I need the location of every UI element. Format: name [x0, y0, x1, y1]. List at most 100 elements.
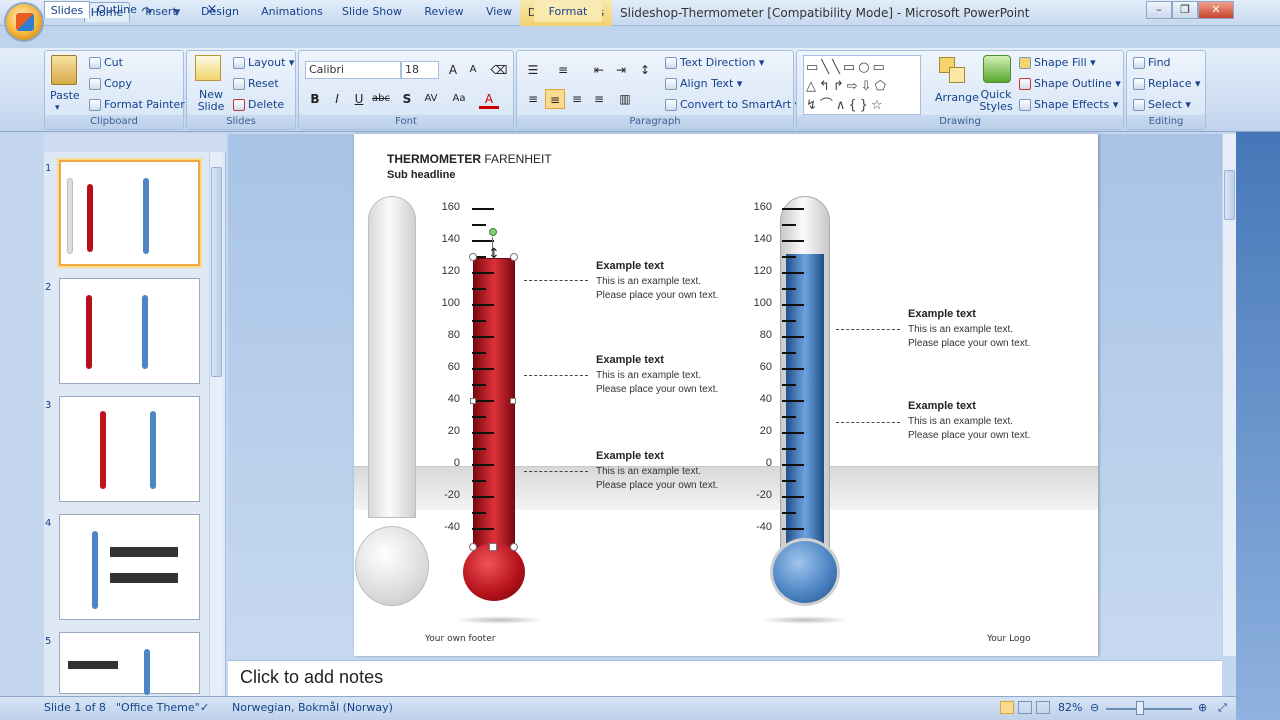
increase-indent-icon[interactable]: ⇥ [611, 60, 631, 80]
italic-button[interactable]: I [327, 89, 347, 109]
align-left-icon[interactable]: ≡ [523, 89, 543, 109]
minimize-button[interactable]: – [1146, 1, 1172, 19]
spell-check-icon[interactable]: ✓ [200, 701, 209, 714]
reset-button[interactable]: Reset [233, 77, 279, 90]
slide-canvas[interactable]: THERMOMETER FARENHEIT Sub headline ↕ 160… [354, 134, 1098, 656]
bold-button[interactable]: B [305, 89, 325, 109]
fit-to-window-icon[interactable]: ⤢ [1218, 701, 1227, 715]
paste-dropdown-icon[interactable]: ▾ [55, 103, 60, 113]
underline-button[interactable]: U [349, 89, 369, 109]
selection-handle[interactable] [469, 253, 477, 261]
slide-sorter-icon[interactable] [1018, 701, 1032, 714]
callout-title: Example text [908, 308, 976, 320]
selection-handle[interactable] [489, 543, 497, 551]
normal-view-icon[interactable] [1000, 701, 1014, 714]
zoom-level[interactable]: 82% [1058, 701, 1082, 714]
tab-format[interactable]: Format [534, 2, 602, 22]
strikethrough-button[interactable]: abc [371, 89, 391, 109]
new-slide-button[interactable]: New Slide [191, 89, 231, 113]
office-button[interactable] [4, 2, 44, 42]
shape-effects-button[interactable]: Shape Effects ▾ [1019, 98, 1118, 111]
arrange-button[interactable]: Arrange [935, 91, 979, 104]
zoom-slider[interactable] [1106, 708, 1192, 710]
panel-scrollbar[interactable] [209, 153, 223, 695]
tab-slide-show[interactable]: Slide Show [338, 2, 406, 22]
blue-scale-label: 140 [753, 233, 772, 245]
red-scale-label: -40 [444, 521, 460, 533]
zoom-in-icon[interactable]: ⊕ [1198, 701, 1207, 714]
grow-font-button[interactable]: A [443, 60, 463, 80]
selection-handle[interactable] [510, 543, 518, 551]
slide-thumbnail-3[interactable] [59, 396, 200, 502]
red-thermometer-column[interactable] [473, 258, 515, 548]
shadow-button[interactable]: S [397, 89, 417, 109]
copy-button[interactable]: Copy [89, 77, 132, 90]
blue-tick [782, 464, 804, 466]
slide-thumbnail-1[interactable] [59, 160, 200, 266]
columns-icon[interactable]: ▥ [615, 89, 635, 109]
callout-text: This is an example text. [596, 276, 702, 287]
cut-button[interactable]: Cut [89, 56, 123, 69]
numbering-icon[interactable]: ≡ [553, 60, 573, 80]
paste-button[interactable]: Paste [50, 89, 80, 102]
selection-handle[interactable] [510, 253, 518, 261]
tab-view[interactable]: View [478, 2, 520, 22]
justify-icon[interactable]: ≡ [589, 89, 609, 109]
slide-thumbnail-5[interactable] [59, 632, 200, 695]
tab-insert[interactable]: Insert [138, 2, 184, 22]
slide-thumbnail-2[interactable] [59, 278, 200, 384]
change-case-button[interactable]: Aa [449, 89, 469, 109]
editing-label: Editing [1127, 115, 1205, 129]
slide-scrollbar[interactable] [1222, 134, 1236, 656]
font-color-button[interactable]: A [479, 89, 499, 109]
blue-scale-label: 40 [759, 393, 772, 405]
close-panel-icon[interactable]: × [204, 1, 220, 18]
align-center-icon[interactable]: ≡ [545, 89, 565, 109]
zoom-slider-thumb[interactable] [1136, 701, 1144, 715]
red-tick [472, 336, 494, 338]
tab-animations[interactable]: Animations [258, 2, 326, 22]
maximize-button[interactable]: ❐ [1172, 1, 1198, 19]
quick-styles-button[interactable]: Quick Styles [979, 89, 1013, 113]
select-button[interactable]: Select ▾ [1133, 98, 1191, 111]
layout-button[interactable]: Layout ▾ [233, 56, 294, 69]
bullets-icon[interactable]: ☰ [523, 60, 543, 80]
selection-handle[interactable] [470, 398, 476, 404]
blue-tick [782, 288, 796, 290]
text-direction-button[interactable]: Text Direction ▾ [665, 56, 764, 69]
shape-outline-button[interactable]: Shape Outline ▾ [1019, 77, 1121, 90]
tab-outline[interactable]: Outline [92, 1, 142, 18]
language-status[interactable]: Norwegian, Bokmål (Norway) [232, 701, 393, 714]
decrease-indent-icon[interactable]: ⇤ [589, 60, 609, 80]
notes-pane[interactable]: Click to add notes [228, 660, 1222, 696]
find-button[interactable]: Find [1133, 56, 1171, 69]
close-button[interactable]: ✕ [1198, 1, 1234, 19]
tab-slides[interactable]: Slides [44, 1, 90, 18]
blue-scale-label: -40 [756, 521, 772, 533]
tab-review[interactable]: Review [418, 2, 470, 22]
slide-thumbnail-4[interactable] [59, 514, 200, 620]
tab-design[interactable]: Design [194, 2, 246, 22]
callout-connector [836, 329, 900, 330]
convert-smartart-button[interactable]: Convert to SmartArt ▾ [665, 98, 800, 111]
delete-button[interactable]: Delete [233, 98, 284, 111]
shape-fill-button[interactable]: Shape Fill ▾ [1019, 56, 1096, 69]
shrink-font-button[interactable]: A [463, 60, 483, 80]
selection-handle[interactable] [469, 543, 477, 551]
format-painter-button[interactable]: Format Painter [89, 98, 185, 111]
callout-connector [836, 422, 900, 423]
zoom-out-icon[interactable]: ⊖ [1090, 701, 1099, 714]
red-tick [472, 224, 486, 226]
rotation-handle[interactable] [489, 228, 497, 236]
align-text-button[interactable]: Align Text ▾ [665, 77, 742, 90]
shapes-gallery[interactable]: ▭╲╲▭○▭ △↰↱⇨⇩⬠ ↯⌒∧{}☆ [803, 55, 921, 115]
selection-handle[interactable] [510, 398, 516, 404]
font-family-combo[interactable]: Calibri [305, 61, 401, 79]
character-spacing-button[interactable]: AV [421, 89, 441, 109]
clear-formatting-icon[interactable]: ⌫ [489, 60, 509, 80]
align-right-icon[interactable]: ≡ [567, 89, 587, 109]
replace-button[interactable]: Replace ▾ [1133, 77, 1201, 90]
font-size-combo[interactable]: 18 [401, 61, 439, 79]
line-spacing-icon[interactable]: ↕ [635, 60, 655, 80]
slide-show-icon[interactable] [1036, 701, 1050, 714]
